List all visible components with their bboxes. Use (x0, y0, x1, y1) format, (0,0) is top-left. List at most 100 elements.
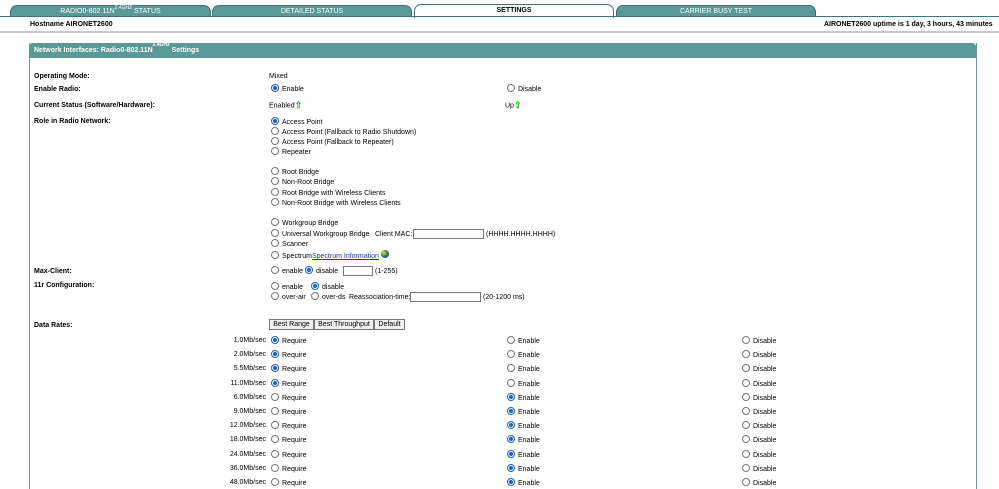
role-radio[interactable] (271, 198, 279, 207)
disable-radio-radio[interactable] (507, 84, 515, 93)
r11-over-air[interactable]: over-air (271, 292, 306, 303)
data-rate-disable-option[interactable]: Disable (742, 478, 776, 489)
data-rate-require-option[interactable]: Require (271, 407, 307, 418)
max-client-disable-radio[interactable] (305, 266, 313, 275)
data-rate-disable-radio[interactable] (742, 393, 750, 402)
max-client-disable[interactable]: disable (305, 266, 338, 277)
data-rate-disable-radio[interactable] (742, 407, 750, 416)
data-rate-require-option[interactable]: Require (271, 393, 307, 404)
data-rate-disable-radio[interactable] (742, 421, 750, 430)
data-rate-require-radio[interactable] (271, 364, 279, 373)
data-rate-disable-radio[interactable] (742, 336, 750, 345)
role-radio[interactable] (271, 127, 279, 136)
role-radio[interactable] (271, 167, 279, 176)
best-range-button[interactable]: Best Range (269, 319, 314, 330)
spectrum-information-link[interactable]: Spectrum Information (312, 253, 379, 260)
r11-disable-radio[interactable] (311, 282, 319, 291)
r11-over-ds[interactable]: over-ds (311, 292, 345, 303)
role-option-spectrum[interactable]: SpectrumSpectrum Information (271, 250, 389, 262)
data-rate-disable-radio[interactable] (742, 379, 750, 388)
role-radio[interactable] (271, 218, 279, 227)
enable-radio-option[interactable]: Enable (271, 84, 304, 95)
data-rate-disable-radio[interactable] (742, 464, 750, 473)
data-rate-require-option[interactable]: Require (271, 336, 307, 347)
data-rate-enable-option[interactable]: Enable (507, 450, 540, 461)
data-rate-disable-option[interactable]: Disable (742, 421, 776, 432)
role-option-repeater[interactable]: Repeater (271, 147, 311, 158)
data-rate-disable-option[interactable]: Disable (742, 393, 776, 404)
data-rate-require-option[interactable]: Require (271, 350, 307, 361)
data-rate-enable-option[interactable]: Enable (507, 350, 540, 361)
data-rate-require-option[interactable]: Require (271, 450, 307, 461)
role-option-workgroup-bridge[interactable]: Workgroup Bridge (271, 218, 338, 229)
data-rate-enable-radio[interactable] (507, 464, 515, 473)
enable-radio-radio[interactable] (271, 84, 279, 93)
data-rate-enable-radio[interactable] (507, 393, 515, 402)
data-rate-enable-radio[interactable] (507, 450, 515, 459)
r11-enable-radio[interactable] (271, 282, 279, 291)
data-rate-enable-radio[interactable] (507, 407, 515, 416)
role-radio[interactable] (271, 117, 279, 126)
data-rate-enable-option[interactable]: Enable (507, 478, 540, 489)
data-rate-require-radio[interactable] (271, 435, 279, 444)
data-rate-require-option[interactable]: Require (271, 379, 307, 390)
data-rate-enable-radio[interactable] (507, 379, 515, 388)
data-rate-disable-option[interactable]: Disable (742, 407, 776, 418)
data-rate-enable-option[interactable]: Enable (507, 435, 540, 446)
data-rate-require-option[interactable]: Require (271, 421, 307, 432)
disable-radio-option[interactable]: Disable (507, 84, 541, 95)
data-rate-disable-radio[interactable] (742, 364, 750, 373)
role-option-non-root-bridge[interactable]: Non-Root Bridge (271, 177, 334, 188)
data-rate-enable-radio[interactable] (507, 478, 515, 487)
role-radio[interactable] (271, 188, 279, 197)
data-rate-enable-option[interactable]: Enable (507, 336, 540, 347)
data-rate-require-radio[interactable] (271, 393, 279, 402)
globe-icon[interactable] (380, 250, 389, 259)
data-rate-enable-option[interactable]: Enable (507, 464, 540, 475)
data-rate-disable-option[interactable]: Disable (742, 450, 776, 461)
data-rate-require-radio[interactable] (271, 464, 279, 473)
role-option-scanner[interactable]: Scanner (271, 239, 308, 250)
data-rate-disable-radio[interactable] (742, 435, 750, 444)
data-rate-require-radio[interactable] (271, 478, 279, 487)
data-rate-disable-option[interactable]: Disable (742, 435, 776, 446)
reassociation-time-input[interactable] (410, 292, 481, 302)
data-rate-enable-radio[interactable] (507, 364, 515, 373)
role-radio[interactable] (271, 137, 279, 146)
data-rate-disable-radio[interactable] (742, 450, 750, 459)
data-rate-enable-radio[interactable] (507, 350, 515, 359)
data-rate-disable-option[interactable]: Disable (742, 379, 776, 390)
r11-over-ds-radio[interactable] (311, 292, 319, 301)
data-rate-disable-option[interactable]: Disable (742, 364, 776, 375)
data-rate-disable-option[interactable]: Disable (742, 336, 776, 347)
role-option-non-root-bridge-wireless[interactable]: Non-Root Bridge with Wireless Clients (271, 198, 401, 209)
data-rate-enable-option[interactable]: Enable (507, 407, 540, 418)
data-rate-require-option[interactable]: Require (271, 478, 307, 489)
data-rate-enable-option[interactable]: Enable (507, 393, 540, 404)
role-radio[interactable] (271, 251, 279, 260)
data-rate-disable-option[interactable]: Disable (742, 464, 776, 475)
data-rate-enable-radio[interactable] (507, 336, 515, 345)
data-rate-require-radio[interactable] (271, 336, 279, 345)
data-rate-enable-option[interactable]: Enable (507, 379, 540, 390)
data-rate-disable-radio[interactable] (742, 350, 750, 359)
max-client-input[interactable] (343, 266, 373, 276)
data-rate-require-radio[interactable] (271, 350, 279, 359)
role-radio[interactable] (271, 147, 279, 156)
data-rate-require-radio[interactable] (271, 407, 279, 416)
r11-over-air-radio[interactable] (271, 292, 279, 301)
role-radio[interactable] (271, 229, 279, 238)
max-client-enable-radio[interactable] (271, 266, 279, 275)
data-rate-require-option[interactable]: Require (271, 464, 307, 475)
role-radio[interactable] (271, 177, 279, 186)
default-button[interactable]: Default (374, 319, 405, 330)
data-rate-require-radio[interactable] (271, 421, 279, 430)
role-radio[interactable] (271, 239, 279, 248)
data-rate-disable-radio[interactable] (742, 478, 750, 487)
data-rate-require-option[interactable]: Require (271, 364, 307, 375)
data-rate-enable-radio[interactable] (507, 421, 515, 430)
data-rate-disable-option[interactable]: Disable (742, 350, 776, 361)
data-rate-require-option[interactable]: Require (271, 435, 307, 446)
max-client-enable[interactable]: enable (271, 266, 303, 277)
data-rate-require-radio[interactable] (271, 450, 279, 459)
